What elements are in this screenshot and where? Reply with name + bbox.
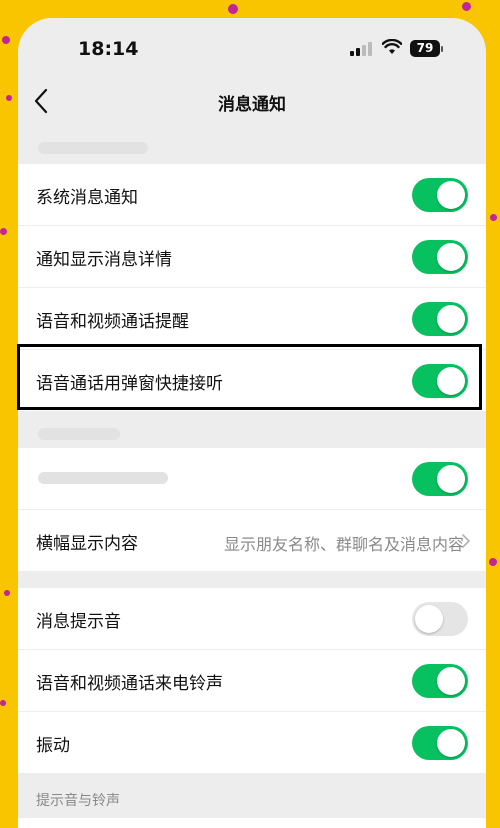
show-details-toggle[interactable] (412, 240, 468, 274)
background-dot (4, 590, 10, 596)
setting-label: 振动 (36, 736, 70, 756)
setting-row-call-reminder[interactable]: 语音和视频通话提醒 (18, 288, 486, 350)
setting-label: 通知显示消息详情 (36, 250, 172, 270)
banner-content-value: 显示朋友名称、群聊名及消息内容 (223, 535, 464, 554)
cellular-signal-icon (350, 42, 376, 56)
battery-tip (441, 46, 443, 52)
setting-label: 语音和视频通话来电铃声 (36, 674, 223, 694)
background-dot (462, 2, 471, 11)
banner-toggle[interactable] (412, 462, 468, 496)
status-bar: 18:14 79 (18, 18, 486, 80)
background-dot (490, 214, 497, 221)
page-title: 消息通知 (218, 95, 286, 115)
blurred-setting-label (38, 472, 168, 484)
setting-row-vibration[interactable]: 振动 (18, 712, 486, 773)
setting-row-message-sound[interactable]: 消息提示音 (18, 588, 486, 650)
setting-row-ringtone[interactable]: 语音和视频通话来电铃声 (18, 650, 486, 712)
setting-label: 横幅显示内容 (36, 534, 138, 554)
background-dot (6, 95, 12, 101)
setting-row-system-message[interactable]: 系统消息通知 (18, 164, 486, 226)
chevron-right-icon (462, 534, 470, 548)
highlight-box (17, 344, 482, 410)
status-time: 18:14 (78, 38, 139, 60)
bottom-section (18, 818, 486, 828)
section-header-sound-ringtone: 提示音与铃声 (36, 793, 120, 809)
battery-indicator: 79 (410, 40, 440, 57)
ringtone-toggle[interactable] (412, 664, 468, 698)
setting-row-banner-content[interactable]: 横幅显示内容 显示朋友名称、群聊名及消息内容 (18, 510, 486, 571)
blurred-section-header (38, 142, 148, 154)
background-dot (0, 228, 7, 235)
wifi-icon (382, 39, 402, 54)
background-dot (489, 558, 497, 566)
vibration-toggle[interactable] (412, 726, 468, 760)
navigation-bar: 消息通知 (18, 80, 486, 124)
setting-label: 系统消息通知 (36, 188, 138, 208)
sound-section: 消息提示音 语音和视频通话来电铃声 振动 (18, 588, 486, 773)
call-reminder-toggle[interactable] (412, 302, 468, 336)
setting-row-banner[interactable] (18, 448, 486, 510)
setting-row-show-details[interactable]: 通知显示消息详情 (18, 226, 486, 288)
setting-label: 消息提示音 (36, 612, 121, 632)
banner-section: 横幅显示内容 显示朋友名称、群聊名及消息内容 (18, 448, 486, 571)
background-dot (228, 4, 238, 14)
phone-screen: 18:14 79 消息通知 系统消息通知 通知显示消息详情 语音和视频通话提醒 … (18, 18, 486, 828)
setting-label: 语音和视频通话提醒 (36, 312, 189, 332)
blurred-section-header (38, 428, 120, 440)
system-message-toggle[interactable] (412, 178, 468, 212)
background-dot (2, 36, 10, 44)
background-dot (0, 700, 6, 706)
message-sound-toggle[interactable] (412, 602, 468, 636)
